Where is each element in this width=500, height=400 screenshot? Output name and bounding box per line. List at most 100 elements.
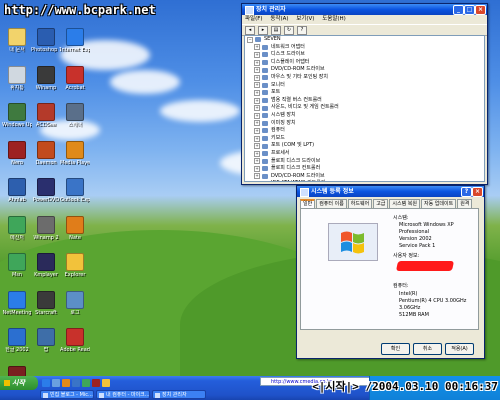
tree-item[interactable]: + 디스크 드라이브 bbox=[245, 51, 484, 59]
quicklaunch-ie-icon[interactable] bbox=[42, 379, 50, 387]
task-device-manager[interactable]: 장치 관리자 bbox=[152, 390, 206, 399]
quicklaunch-outlook-icon[interactable] bbox=[72, 379, 80, 387]
apply-button[interactable]: 적용(A) bbox=[445, 343, 474, 355]
tree-item[interactable]: + 컴퓨터 bbox=[245, 127, 484, 135]
desktop-icon[interactable]: Outlook Express bbox=[60, 178, 90, 218]
tree-item[interactable]: + 마우스 및 기타 포인팅 장치 bbox=[245, 74, 484, 82]
tree-item[interactable]: + 프로세서 bbox=[245, 150, 484, 158]
desktop-icon[interactable]: Adobe Reader 6.0 bbox=[60, 328, 90, 368]
quicklaunch-desktop-icon[interactable] bbox=[52, 379, 60, 387]
desktop-icon[interactable]: 팝 bbox=[31, 328, 61, 368]
close-button[interactable]: × bbox=[472, 187, 483, 197]
tab-auto-update[interactable]: 자동 업데이트 bbox=[421, 199, 457, 208]
ok-button[interactable]: 확인 bbox=[381, 343, 410, 355]
desktop-icon[interactable]: Daemon bbox=[31, 140, 61, 181]
tab-remote[interactable]: 원격 bbox=[457, 199, 473, 208]
device-tree[interactable]: − SEVEN + 네트워크 어댑터 + 디스크 드라이브 + 디스플레이 어댑터 + DVD… bbox=[244, 35, 485, 182]
tree-item[interactable]: + 포트 (COM 및 LPT) bbox=[245, 142, 484, 150]
desktop-icon[interactable]: Windows Update bbox=[2, 103, 32, 143]
expand-icon[interactable]: + bbox=[254, 173, 260, 180]
tree-item[interactable]: + 모니터 bbox=[245, 82, 484, 90]
tree-item[interactable]: + 시스템 장치 bbox=[245, 112, 484, 120]
task-blog[interactable]: 빈집 블로그 - Mic... bbox=[40, 390, 94, 399]
expand-icon[interactable]: + bbox=[254, 165, 260, 172]
collapse-icon[interactable]: − bbox=[247, 36, 253, 43]
tree-item[interactable]: + DVD/CD-ROM 드라이브 bbox=[245, 66, 484, 74]
desktop-icon[interactable]: Nate bbox=[60, 215, 90, 256]
expand-icon[interactable]: + bbox=[254, 105, 260, 112]
desktop-icon[interactable]: admin bbox=[2, 365, 32, 376]
expand-icon[interactable]: + bbox=[254, 51, 260, 58]
expand-icon[interactable]: + bbox=[254, 59, 260, 66]
desktop-icon[interactable]: Nero bbox=[2, 140, 32, 181]
properties-icon[interactable]: ▤ bbox=[271, 25, 281, 35]
expand-icon[interactable]: + bbox=[254, 74, 260, 81]
back-icon[interactable]: ◂ bbox=[245, 25, 255, 35]
device-manager-window[interactable]: 장치 관리자 _ □ × 파일(F) 동작(A) 보기(V) 도움말(H) ◂ … bbox=[241, 3, 488, 185]
desktop-icon[interactable]: 스캐너 bbox=[60, 103, 90, 143]
expand-icon[interactable]: + bbox=[254, 143, 260, 150]
expand-icon[interactable]: + bbox=[254, 112, 260, 119]
desktop-icon[interactable]: 내 문서 bbox=[2, 28, 32, 68]
system-properties-window[interactable]: 시스템 등록 정보 ? × 일반 컴퓨터 이름 하드웨어 고급 시스템 복원 자… bbox=[296, 185, 485, 359]
desktop-icon[interactable]: Acrobat bbox=[60, 65, 90, 106]
system-properties-titlebar[interactable]: 시스템 등록 정보 ? × bbox=[297, 186, 484, 197]
menu-view[interactable]: 보기(V) bbox=[296, 16, 314, 22]
desktop-icon[interactable]: Winamp bbox=[31, 65, 61, 106]
clock[interactable]: <|시작|> /2004.03.10 00:16:37 bbox=[312, 378, 498, 394]
expand-icon[interactable]: + bbox=[254, 181, 260, 182]
close-button[interactable]: × bbox=[475, 5, 486, 15]
quicklaunch-nero-icon[interactable] bbox=[92, 379, 100, 387]
help-button[interactable]: ? bbox=[461, 187, 472, 197]
desktop-icon[interactable]: Winamp 2 bbox=[31, 215, 61, 256]
desktop-icon[interactable]: Media Player bbox=[60, 140, 90, 181]
tree-item[interactable]: + IDE ATA/ATAPI 컨트롤러 bbox=[245, 180, 484, 182]
expand-icon[interactable]: + bbox=[254, 158, 260, 165]
menu-help[interactable]: 도움말(H) bbox=[322, 16, 346, 22]
task-my-computer[interactable]: 내 컴퓨터 - 마이크... bbox=[96, 390, 150, 399]
expand-icon[interactable]: + bbox=[254, 127, 260, 134]
desktop-icon[interactable]: Internet Explorer bbox=[60, 28, 90, 68]
maximize-button[interactable]: □ bbox=[464, 5, 475, 15]
device-manager-titlebar[interactable]: 장치 관리자 _ □ × bbox=[242, 4, 487, 15]
desktop-icon[interactable]: 로그 bbox=[60, 290, 90, 331]
expand-icon[interactable]: + bbox=[254, 89, 260, 96]
expand-icon[interactable]: + bbox=[254, 67, 260, 74]
start-button[interactable]: 시작 bbox=[0, 376, 38, 390]
help-icon[interactable]: ? bbox=[297, 25, 307, 35]
expand-icon[interactable]: + bbox=[254, 97, 260, 104]
desktop-icon[interactable]: Explorer bbox=[60, 253, 90, 293]
tree-item[interactable]: + 포트 bbox=[245, 89, 484, 97]
tab-hardware[interactable]: 하드웨어 bbox=[347, 199, 373, 208]
quicklaunch-explorer-icon[interactable] bbox=[102, 379, 110, 387]
forward-icon[interactable]: ▸ bbox=[258, 25, 268, 35]
desktop-icon[interactable]: Starcraft bbox=[31, 290, 61, 331]
quicklaunch-msn-icon[interactable] bbox=[82, 379, 90, 387]
tab-advanced[interactable]: 고급 bbox=[373, 199, 389, 208]
tab-system-restore[interactable]: 시스템 복원 bbox=[389, 199, 420, 208]
desktop-icon[interactable]: 메신저 bbox=[2, 215, 32, 256]
tree-item[interactable]: + 플로피 디스크 컨트롤러 bbox=[245, 165, 484, 173]
desktop-icon[interactable]: NetMeeting bbox=[2, 290, 32, 331]
tree-item[interactable]: + 플로피 디스크 드라이브 bbox=[245, 158, 484, 166]
desktop-icon[interactable]: Kmplayer bbox=[31, 253, 61, 293]
expand-icon[interactable]: + bbox=[254, 44, 260, 51]
tree-item[interactable]: + 이미징 장치 bbox=[245, 120, 484, 128]
expand-icon[interactable]: + bbox=[254, 135, 260, 142]
quicklaunch-media-icon[interactable] bbox=[62, 379, 70, 387]
desktop-icon[interactable]: PowerDVD bbox=[31, 178, 61, 218]
expand-icon[interactable]: + bbox=[254, 82, 260, 89]
expand-icon[interactable]: + bbox=[254, 150, 260, 157]
cancel-button[interactable]: 취소 bbox=[413, 343, 442, 355]
desktop-icon[interactable]: 휴지통 bbox=[2, 65, 32, 106]
refresh-icon[interactable]: ↻ bbox=[284, 25, 294, 35]
tab-computer-name[interactable]: 컴퓨터 이름 bbox=[316, 199, 347, 208]
desktop-icon[interactable]: ACDSee bbox=[31, 103, 61, 143]
desktop-icon[interactable]: Photoshop 7.0 bbox=[31, 28, 61, 68]
tree-item[interactable]: + 사운드, 비디오 및 게임 컨트롤러 bbox=[245, 104, 484, 112]
desktop-icon[interactable]: Ahnlab bbox=[2, 178, 32, 218]
tree-root[interactable]: − SEVEN bbox=[245, 36, 484, 44]
minimize-button[interactable]: _ bbox=[453, 5, 464, 15]
desktop-icon[interactable]: Msn bbox=[2, 253, 32, 293]
menu-file[interactable]: 파일(F) bbox=[245, 16, 263, 22]
